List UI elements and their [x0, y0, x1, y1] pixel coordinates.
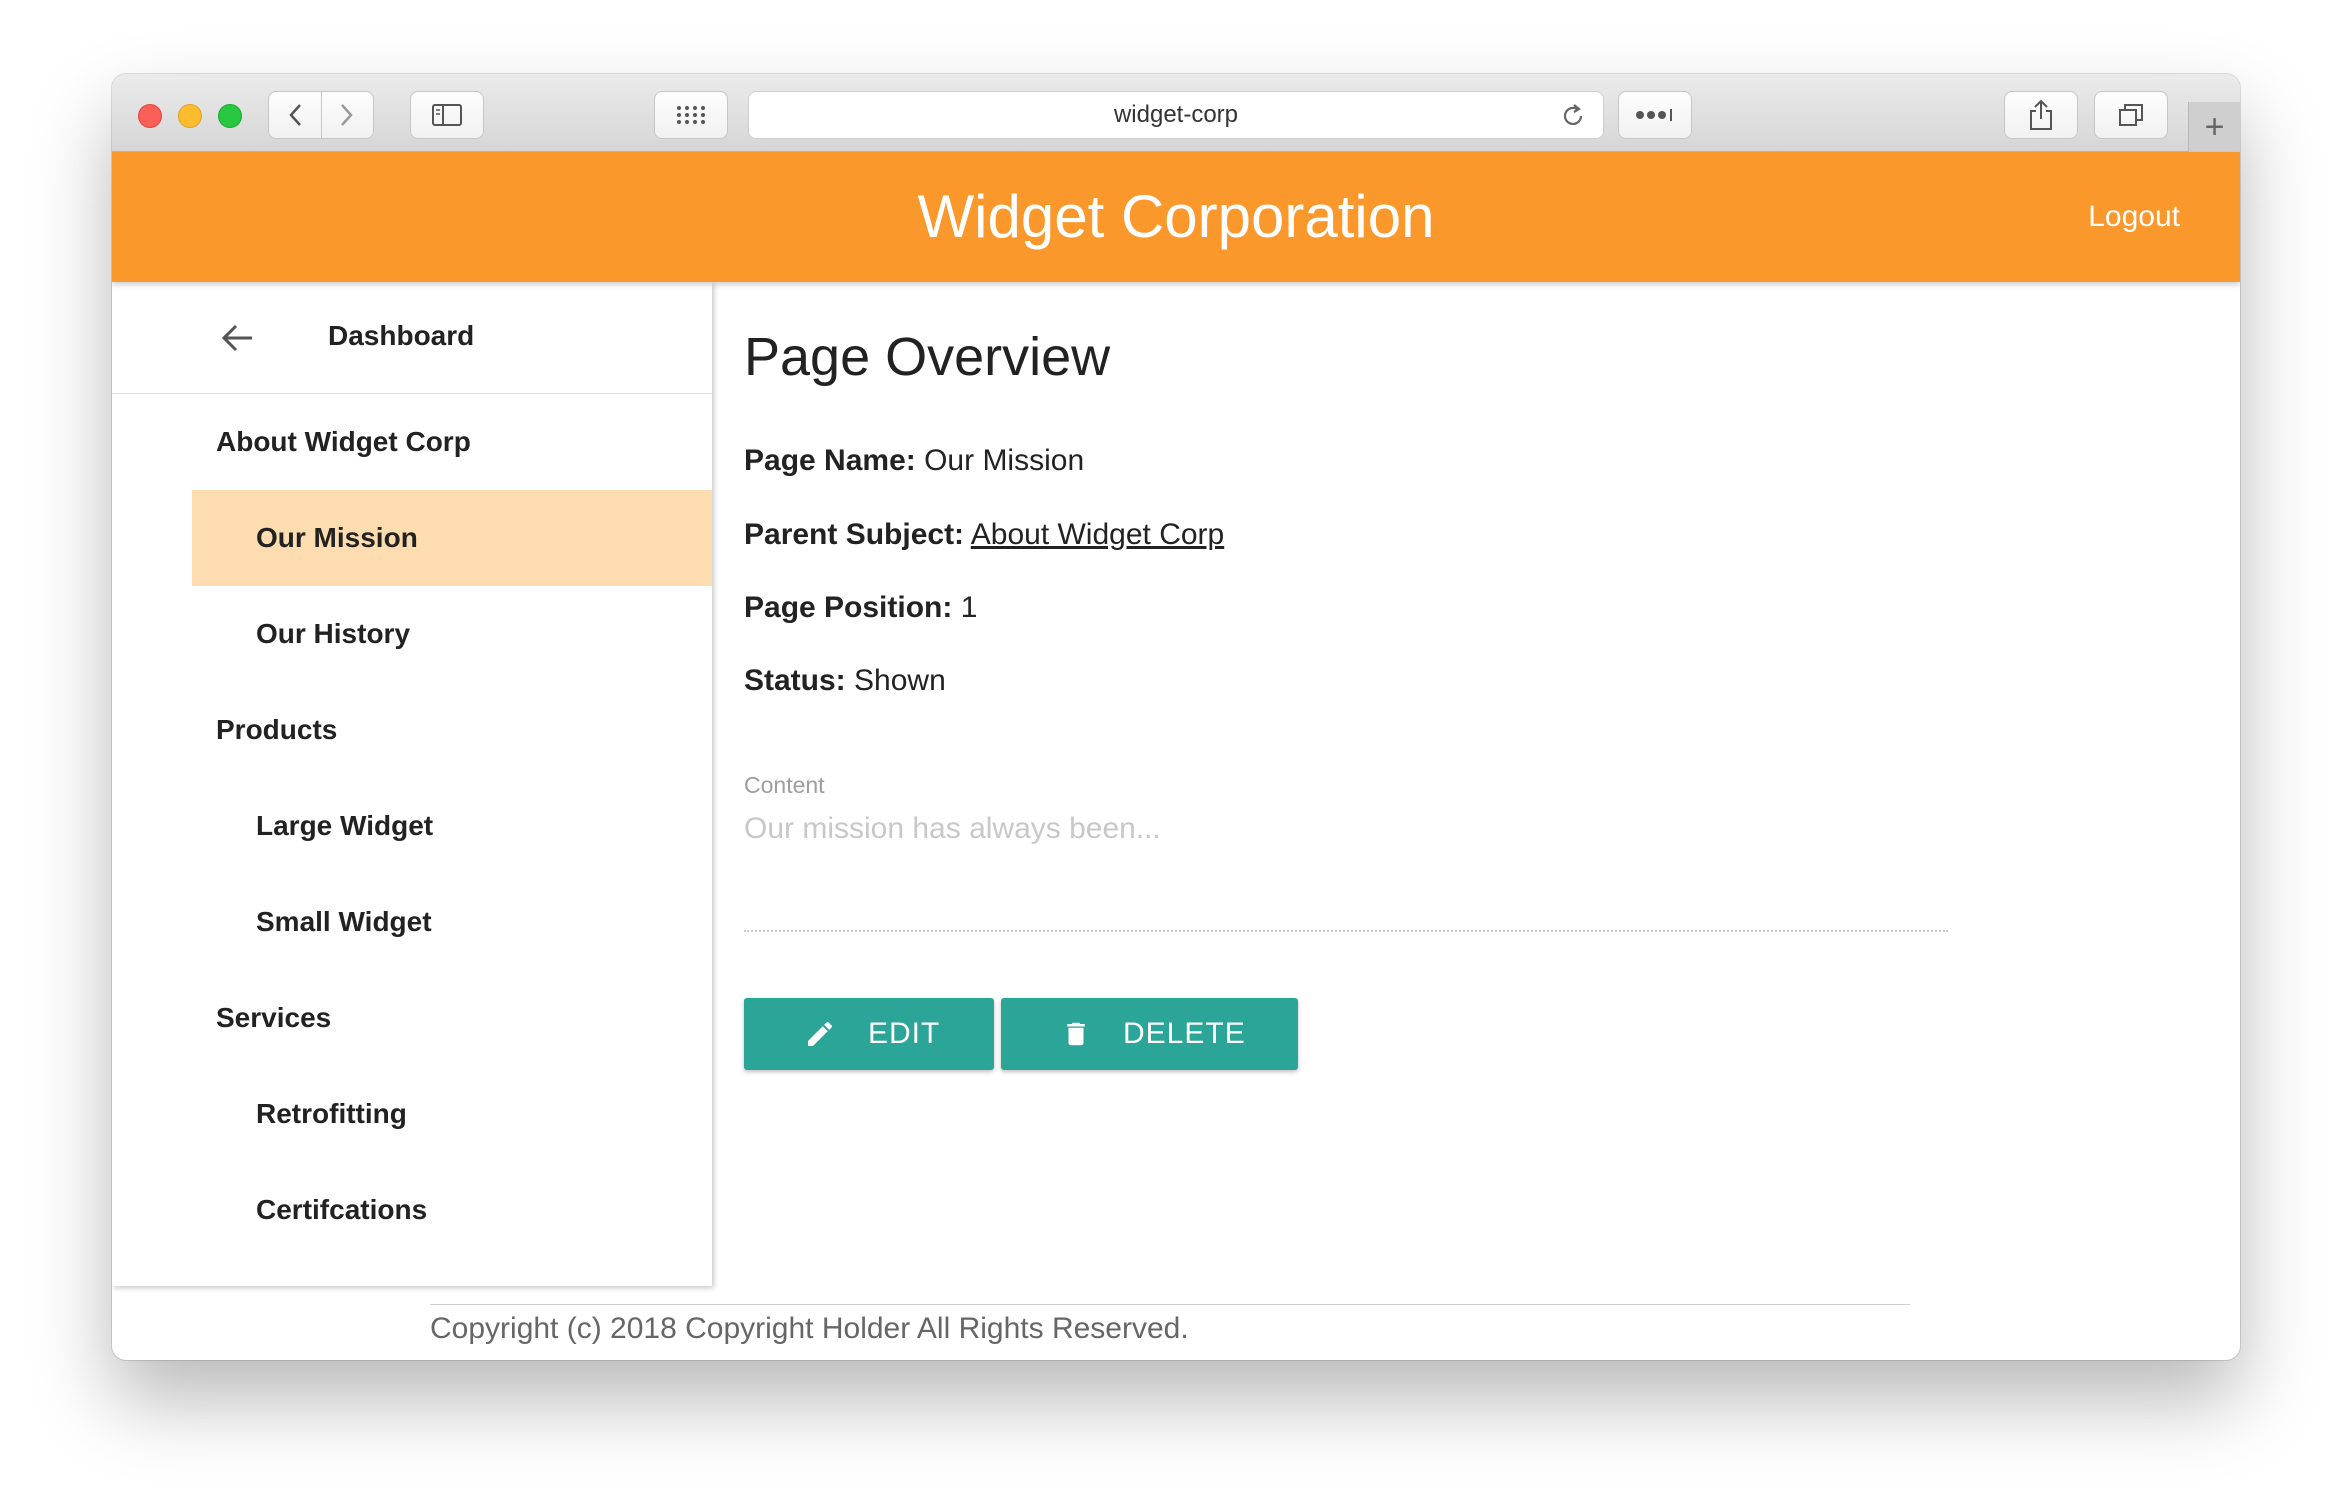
sidebar-item-our-history[interactable]: Our History [192, 586, 712, 682]
sidebar-item-label: Certifcations [256, 1194, 428, 1225]
sidebar-item-label: Our Mission [256, 522, 418, 553]
footer-divider [430, 1304, 1910, 1305]
sidebar-item-label: Retrofitting [256, 1098, 407, 1129]
sidebar-item-small-widget[interactable]: Small Widget [192, 874, 712, 970]
tabs-icon [2119, 104, 2143, 126]
share-button[interactable] [2004, 91, 2078, 139]
minimize-window-button[interactable] [178, 104, 202, 128]
browser-toolbar: widget-corp + [112, 74, 2240, 152]
sidebar-item-label: Large Widget [256, 810, 434, 841]
dashboard-link[interactable]: Dashboard [328, 320, 474, 352]
page-name-label: Page Name: [744, 444, 916, 477]
content-label: Content [744, 772, 825, 798]
page-position-label: Page Position: [744, 591, 953, 624]
sidebar-item-certifcations[interactable]: Certifcations [192, 1162, 712, 1258]
sidebar-item-large-widget[interactable]: Large Widget [192, 778, 712, 874]
extensions-button[interactable] [1618, 91, 1692, 139]
sidebar-item-about-widget-corp[interactable]: About Widget Corp [112, 394, 712, 490]
share-icon [2030, 99, 2052, 130]
sidebar-item-label: About Widget Corp [216, 426, 471, 457]
history-nav [268, 91, 374, 139]
status-label: Status: [744, 664, 846, 697]
reload-icon[interactable] [1559, 102, 1587, 130]
sidebar-item-our-mission[interactable]: Our Mission [192, 490, 712, 586]
site-title: Widget Corporation [917, 183, 1435, 250]
sidebar-item-label: Services [216, 1002, 332, 1033]
sidebar-header: Dashboard [112, 282, 712, 394]
sidebar-icon [432, 104, 462, 126]
app-header: Widget Corporation Logout [112, 152, 2240, 282]
status-field: Status: Shown [744, 664, 946, 698]
status-value: Shown [854, 664, 946, 697]
footer-copyright: Copyright (c) 2018 Copyright Holder All … [430, 1312, 1189, 1345]
back-button[interactable] [269, 92, 321, 138]
trash-icon [1061, 1018, 1091, 1050]
chevron-right-icon [341, 104, 354, 126]
sidebar-item-label: Small Widget [256, 906, 432, 937]
page-position-value: 1 [960, 591, 978, 624]
sidebar-toggle-button[interactable] [410, 91, 484, 139]
browser-window: widget-corp + Widget Corporation Logout … [112, 74, 2240, 1360]
delete-button[interactable]: DELETE [1001, 998, 1298, 1070]
more-icon [1636, 109, 1672, 121]
edit-button-label: EDIT [868, 1017, 941, 1050]
content-textarea[interactable] [744, 812, 1948, 932]
new-tab-button[interactable]: + [2188, 102, 2240, 152]
sidebar-item-products[interactable]: Products [112, 682, 712, 778]
arrow-left-icon[interactable] [220, 320, 256, 356]
edit-button[interactable]: EDIT [744, 998, 994, 1070]
parent-subject-field: Parent Subject: About Widget Corp [744, 518, 1224, 552]
forward-button[interactable] [320, 92, 373, 138]
chevron-left-icon [289, 104, 301, 126]
address-bar[interactable]: widget-corp [748, 91, 1604, 139]
parent-subject-link[interactable]: About Widget Corp [971, 518, 1224, 551]
grid-icon [677, 106, 705, 124]
sidebar-item-label: Products [216, 714, 338, 745]
zoom-window-button[interactable] [218, 104, 242, 128]
page-name-field: Page Name: Our Mission [744, 444, 1084, 478]
page-position-field: Page Position: 1 [744, 591, 977, 625]
sidebar-item-retrofitting[interactable]: Retrofitting [192, 1066, 712, 1162]
logout-link[interactable]: Logout [2088, 200, 2180, 234]
page-name-value: Our Mission [924, 444, 1085, 477]
page-title: Page Overview [744, 327, 1111, 387]
plus-icon: + [2204, 107, 2225, 146]
top-sites-button[interactable] [654, 91, 728, 139]
sidebar: Dashboard About Widget Corp Our Mission … [112, 282, 712, 1286]
parent-subject-label: Parent Subject: [744, 518, 965, 551]
address-text: widget-corp [1113, 101, 1239, 128]
delete-button-label: DELETE [1123, 1017, 1246, 1050]
sidebar-item-services[interactable]: Services [112, 970, 712, 1066]
sidebar-item-label: Our History [256, 618, 411, 649]
pencil-icon [804, 1018, 836, 1050]
tabs-overview-button[interactable] [2094, 91, 2168, 139]
close-window-button[interactable] [138, 104, 162, 128]
